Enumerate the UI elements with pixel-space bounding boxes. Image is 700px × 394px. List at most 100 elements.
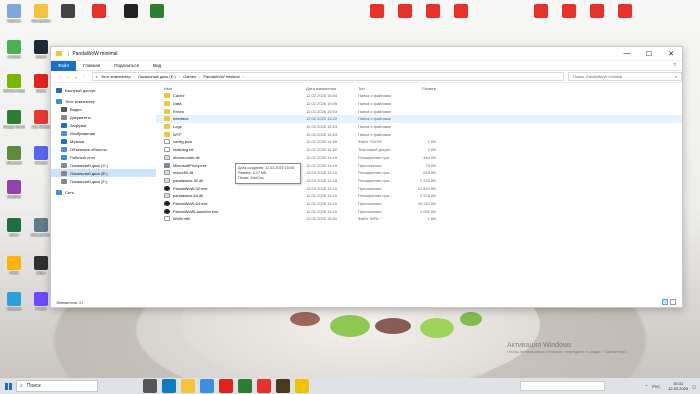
language-indicator[interactable]: РУС — [652, 384, 660, 389]
sidebar-item[interactable]: Объемные объекты — [51, 145, 156, 153]
weather-widget[interactable] — [519, 381, 605, 391]
sidebar-item[interactable]: Рабочий стол — [51, 153, 156, 161]
desktop-icon[interactable]: Корзина — [3, 4, 25, 23]
notification-icon[interactable]: ▢ — [692, 384, 696, 389]
sidebar-item[interactable]: Изображения — [51, 129, 156, 137]
column-type[interactable]: Тип — [358, 86, 410, 91]
file-row[interactable]: WoW.mfil 12.02.2025 15:01 Файл "MFIL" 1 КБ — [156, 215, 682, 223]
file-row[interactable]: WTF 12.02.2025 15:23 Папка с файлами — [156, 130, 682, 138]
desktop-icon[interactable]: uTorrent — [3, 40, 25, 59]
xl-icon[interactable] — [238, 379, 252, 393]
desktop-icon[interactable]: Discord — [30, 146, 52, 165]
desktop-icon[interactable]: Игры — [30, 256, 52, 275]
file-row[interactable]: Data 12.02.2025 15:05 Папка с файлами — [156, 100, 682, 108]
breadcrumb-games[interactable]: Games — [183, 74, 196, 79]
start-button[interactable] — [0, 378, 16, 394]
title-bar[interactable]: | PandaWoW minimal — ☐ ✕ — [51, 47, 682, 61]
wow-icon[interactable] — [276, 379, 290, 393]
file-row[interactable]: PandaWoW-64.exe 12.02.2025 14:19 Приложени… — [156, 200, 682, 208]
pdf-icon[interactable] — [257, 379, 271, 393]
column-size[interactable]: Размер — [410, 86, 436, 91]
store-icon[interactable] — [200, 379, 214, 393]
column-name[interactable]: Имя — [156, 86, 306, 91]
file-row[interactable]: divxdecoder.dll 12.02.2025 14:19 Расширени… — [156, 154, 682, 162]
sidebar-item[interactable]: Локальный диск (F:) — [51, 177, 156, 185]
desktop-icon[interactable] — [422, 4, 444, 18]
sidebar-item[interactable]: Загрузки — [51, 121, 156, 129]
clock[interactable]: 15:31 12.02.2025 — [668, 381, 688, 391]
sidebar-item[interactable]: Музыка — [51, 137, 156, 145]
taskbar-search-input[interactable]: ⌕ Поиск — [16, 380, 98, 392]
desktop-icon[interactable] — [394, 4, 416, 18]
address-bar[interactable]: ▸ Этот компьютер › Локальный диск (E:) ›… — [91, 72, 564, 81]
chevron-up-icon[interactable]: ⌃ — [645, 384, 648, 389]
desktop-icon[interactable] — [558, 4, 580, 18]
minimize-button[interactable]: — — [616, 50, 638, 58]
tab-view[interactable]: Вид — [146, 61, 168, 71]
desktop-icon[interactable] — [586, 4, 608, 18]
desktop-icon[interactable]: Google Chrome — [3, 110, 25, 129]
close-button[interactable]: ✕ — [660, 50, 682, 58]
desktop-icon[interactable]: WinRAR — [3, 180, 25, 199]
file-row[interactable]: crashlog.txt 12.02.2025 14:52 Текстовый до… — [156, 146, 682, 154]
desktop-icon[interactable] — [366, 4, 388, 18]
tooltip-folders: Папки: AddOns — [238, 176, 264, 180]
sidebar-item[interactable]: Локальный диск (E:) — [51, 169, 156, 177]
desktop-icon[interactable]: Paint — [3, 256, 25, 275]
sidebar-item[interactable]: Документы — [51, 113, 156, 121]
desktop-icon[interactable]: Калькулятор — [30, 218, 52, 237]
desktop-icon[interactable] — [57, 4, 79, 18]
desktop-icon[interactable] — [450, 4, 472, 18]
sidebar-item[interactable]: Видео — [51, 105, 156, 113]
file-row[interactable]: pandawow-64.dll 12.02.2025 14:19 Расширени… — [156, 192, 682, 200]
breadcrumb-drive-e[interactable]: Локальный диск (E:) — [138, 74, 176, 79]
file-row[interactable]: Interface 12.02.2025 15:22 Папка с файлами — [156, 115, 682, 123]
large-icons-view-icon[interactable] — [670, 299, 676, 305]
desktop-icon[interactable]: Excel — [3, 218, 25, 237]
sidebar-item[interactable]: Быстрый доступ — [51, 86, 156, 94]
file-row[interactable]: Errors 12.02.2025 15:03 Папка с файлами — [156, 107, 682, 115]
explorer-window[interactable]: | PandaWoW minimal — ☐ ✕ Файл Главная По… — [50, 46, 683, 308]
yandex-icon[interactable] — [295, 379, 309, 393]
task-view-icon[interactable] — [143, 379, 157, 393]
desktop-icon[interactable] — [146, 4, 168, 18]
file-row[interactable]: PandaWoWLauncher.exe 12.02.2025 14:19 Прил… — [156, 207, 682, 215]
search-input[interactable]: Поиск: PandaWoW minimal ⌕ — [567, 72, 683, 81]
up-arrow-icon[interactable]: ↑ — [80, 74, 88, 80]
desktop-icon[interactable]: Minecraft — [3, 146, 25, 165]
desktop-icon[interactable] — [614, 4, 636, 18]
desktop-icon[interactable]: Программы — [30, 4, 52, 23]
desktop-icon[interactable]: Steam — [30, 40, 52, 59]
tab-file[interactable]: Файл — [51, 60, 77, 71]
desktop-icon[interactable] — [530, 4, 552, 18]
sidebar-item[interactable]: Локальный диск (C:) — [51, 161, 156, 169]
details-view-icon[interactable] — [662, 299, 668, 305]
recent-chevron-icon[interactable]: ⌄ — [72, 74, 80, 80]
edge-icon[interactable] — [162, 379, 176, 393]
file-row[interactable]: config.json 12.02.2025 14:59 Файл "JSON" 1 … — [156, 138, 682, 146]
sidebar-item[interactable]: Этот компьютер — [51, 97, 156, 105]
forward-arrow-icon[interactable]: → — [64, 74, 72, 80]
desktop-icon[interactable]: Telegram — [3, 292, 25, 311]
breadcrumb-this-pc[interactable]: Этот компьютер — [101, 74, 131, 79]
maximize-button[interactable]: ☐ — [638, 50, 660, 58]
desktop-icon[interactable] — [120, 4, 142, 18]
breadcrumb-pandawow[interactable]: PandaWoW minimal — [203, 74, 239, 79]
desktop-icon[interactable] — [88, 4, 110, 18]
sidebar-item[interactable]: Сеть — [51, 188, 156, 196]
file-row[interactable]: Logs 12.02.2025 15:23 Папка с файлами — [156, 123, 682, 131]
help-icon[interactable]: ? — [673, 63, 676, 69]
column-date[interactable]: Дата изменения — [306, 86, 358, 91]
desktop-icon[interactable]: Proton — [30, 292, 52, 311]
desktop-icon[interactable]: Ace Stream — [30, 110, 52, 129]
opera-icon[interactable] — [219, 379, 233, 393]
tab-home[interactable]: Главная — [76, 61, 107, 71]
explorer-icon[interactable] — [181, 379, 195, 393]
back-arrow-icon[interactable]: ← — [56, 74, 64, 80]
file-row[interactable]: Cache 12.02.2025 15:04 Папка с файлами — [156, 92, 682, 100]
file-row[interactable]: PandaWoW-32.exe 12.02.2025 14:19 Приложени… — [156, 184, 682, 192]
desktop-icon[interactable]: GeForce Experience — [3, 74, 25, 93]
tab-share[interactable]: Поделиться — [107, 61, 146, 71]
title-separator: | — [68, 50, 70, 57]
desktop-icon[interactable]: Opera — [30, 74, 52, 93]
